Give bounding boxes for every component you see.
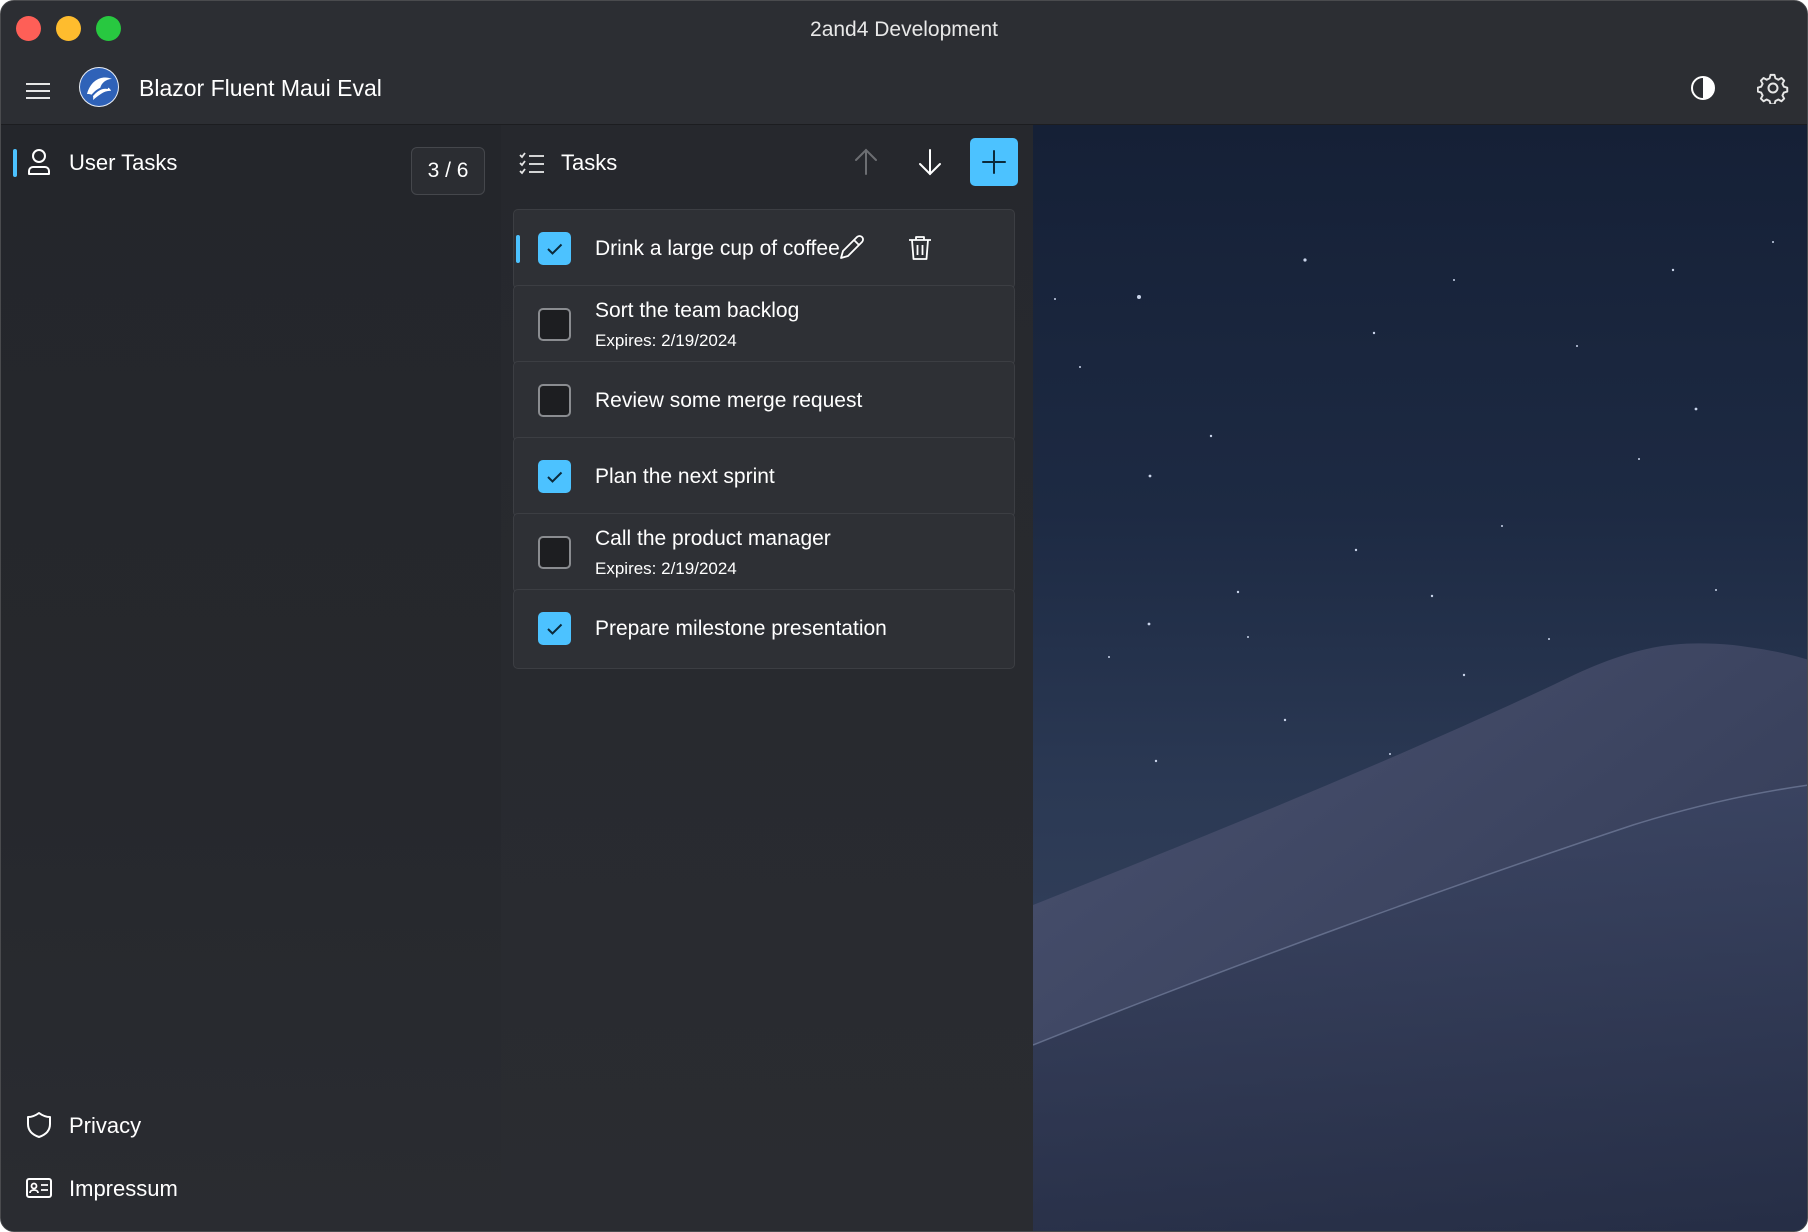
shield-icon <box>27 1112 51 1138</box>
person-icon <box>28 149 50 175</box>
hamburger-menu-icon[interactable] <box>23 76 53 106</box>
task-checkbox[interactable] <box>538 384 571 417</box>
task-item-4[interactable]: Plan the next sprint <box>513 437 1015 517</box>
task-expiry: Expires: 2/19/2024 <box>595 559 737 578</box>
task-panel: Tasks Drink a large cup of coffee Sort t… <box>501 125 1033 1231</box>
app-title: Blazor Fluent Maui Eval <box>139 75 382 101</box>
dune-night-image <box>1033 241 1807 1231</box>
task-label: Drink a large cup of coffee <box>595 237 840 260</box>
task-label: Sort the team backlog <box>595 299 800 322</box>
task-label: Plan the next sprint <box>595 465 775 488</box>
task-checkbox[interactable] <box>538 308 571 341</box>
checkmark-icon <box>547 243 563 255</box>
contrast-icon[interactable] <box>1687 72 1719 104</box>
selected-indicator <box>516 235 520 263</box>
task-item-5[interactable]: Call the product manager Expires: 2/19/2… <box>513 513 1015 593</box>
sidebar-item-user-tasks[interactable]: User Tasks 3 / 6 <box>1 135 501 195</box>
contact-card-icon <box>26 1178 52 1198</box>
task-item-6[interactable]: Prepare milestone presentation <box>513 589 1015 669</box>
trash-icon[interactable] <box>902 230 938 266</box>
task-count-badge: 3 / 6 <box>411 147 485 195</box>
task-label: Prepare milestone presentation <box>595 617 887 640</box>
task-item-3[interactable]: Review some merge request <box>513 361 1015 441</box>
task-checkbox[interactable] <box>538 612 571 645</box>
task-checkbox[interactable] <box>538 460 571 493</box>
tasks-title: Tasks <box>561 150 618 175</box>
task-checkbox[interactable] <box>538 232 571 265</box>
sidebar-item-label: Impressum <box>69 1176 178 1201</box>
sidebar-item-privacy[interactable]: Privacy <box>1 1098 501 1154</box>
add-task-button[interactable] <box>970 138 1018 186</box>
title-bar: 2and4 Development <box>1 1 1807 58</box>
app-header: Blazor Fluent Maui Eval <box>1 58 1807 125</box>
sidebar-item-label: User Tasks <box>69 150 178 175</box>
active-indicator <box>13 149 17 177</box>
checkmark-icon <box>547 471 563 483</box>
task-expiry: Expires: 2/19/2024 <box>595 331 737 350</box>
task-item-1[interactable]: Drink a large cup of coffee <box>513 209 1015 289</box>
window-title: 2and4 Development <box>810 18 998 41</box>
checkmark-icon <box>547 623 563 635</box>
move-down-button[interactable] <box>906 138 954 186</box>
desktop-wallpaper <box>1033 125 1807 1231</box>
sidebar: User Tasks 3 / 6 Privacy Impressum <box>1 125 501 1231</box>
task-label: Review some merge request <box>595 389 863 412</box>
task-checkbox[interactable] <box>538 536 571 569</box>
sidebar-item-impressum[interactable]: Impressum <box>1 1161 501 1217</box>
checklist-icon <box>519 152 544 175</box>
task-item-2[interactable]: Sort the team backlog Expires: 2/19/2024 <box>513 285 1015 365</box>
app-window: 2and4 Development Blazor Fluent Maui Eva… <box>0 0 1808 1232</box>
edit-pencil-icon[interactable] <box>833 230 869 266</box>
gear-icon[interactable] <box>1757 72 1789 104</box>
move-up-button[interactable] <box>842 138 890 186</box>
app-logo-icon <box>79 67 119 107</box>
task-label: Call the product manager <box>595 527 831 550</box>
sidebar-item-label: Privacy <box>69 1113 142 1138</box>
